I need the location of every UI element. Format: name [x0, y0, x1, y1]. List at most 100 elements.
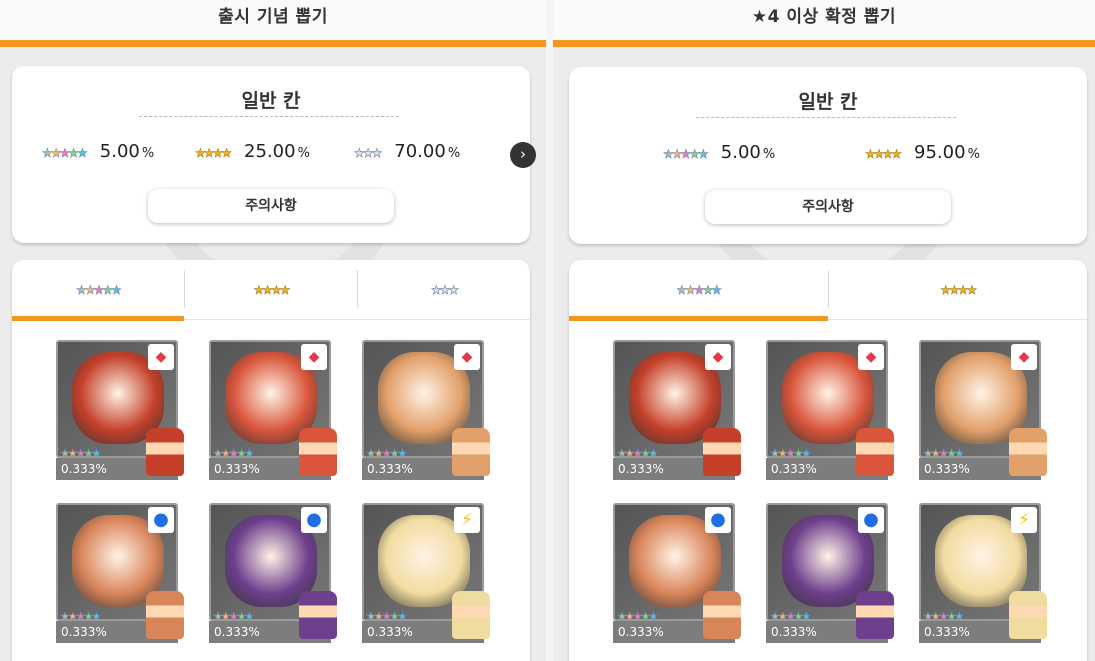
unit-card[interactable]: ⚡ ★★★★★ 0.333%	[362, 503, 490, 643]
unit-card[interactable]: ● ★★★★★ 0.333%	[766, 503, 894, 643]
unit-stars-icon: ★★★★★	[923, 603, 965, 619]
rate-4-star: ★★★★ 95.00%	[865, 139, 980, 167]
rates-card-title: 일반 칸	[798, 91, 858, 113]
unit-card[interactable]: ◆ ★★★★★ 0.333%	[209, 340, 337, 480]
tab-4-star[interactable]: ★★★★	[827, 270, 1088, 308]
unit-list-card: ★★★★★ ★★★★ ◆ ★★★★★ 0.333% ◆ ★★★★★ 0.333% ◆ ★★★★…	[569, 260, 1087, 661]
unit-card[interactable]: ◆ ★★★★★ 0.333%	[919, 340, 1047, 480]
silver-stars-icon: ★★★	[354, 146, 383, 161]
rate-unit: %	[141, 146, 155, 161]
rate-row: ★★★★★ 5.00% ★★★★ 95.00%	[569, 139, 1087, 167]
unit-card[interactable]: ● ★★★★★ 0.333%	[56, 503, 184, 643]
pixel-sprite-icon	[703, 428, 741, 476]
title-accent-line	[0, 40, 546, 47]
notice-button[interactable]: 주의사항	[148, 189, 394, 223]
tab-5-star[interactable]: ★★★★★	[569, 260, 828, 321]
title-divider	[696, 117, 956, 118]
rates-card: 일반 칸 ★★★★★ 5.00% ★★★★ 95.00% 주의사항	[569, 67, 1087, 244]
thunder-icon: ⚡	[1011, 507, 1037, 533]
title-accent-line	[553, 40, 1095, 47]
thunder-icon: ⚡	[454, 507, 480, 533]
pixel-sprite-icon	[452, 428, 490, 476]
rate-4-star: ★★★★ 25.00%	[195, 138, 310, 166]
water-icon: ●	[705, 507, 731, 533]
gold-stars-icon: ★★★★	[253, 283, 291, 298]
panel-divider	[546, 0, 553, 661]
rate-unit: %	[967, 147, 980, 162]
pixel-sprite-icon	[856, 591, 894, 639]
pixel-sprite-icon	[703, 591, 741, 639]
unit-stars-icon: ★★★★★	[770, 603, 812, 619]
silver-stars-icon: ★★★	[430, 283, 460, 298]
right-gacha-panel: ★4 이상 확정 뽑기 일반 칸 ★★★★★ 5.00% ★★★★ 95.00%…	[553, 0, 1095, 661]
unit-stars-icon: ★★★★★	[617, 603, 659, 619]
rainbow-stars-icon: ★★★★★	[663, 140, 709, 168]
gold-stars-icon: ★★★★	[940, 283, 978, 298]
unit-stars-icon: ★★★★★	[60, 440, 102, 456]
rainbow-stars-icon: ★★★★★	[42, 139, 88, 167]
rate-unit: %	[762, 147, 776, 162]
left-gacha-panel: 출시 기념 뽑기 일반 칸 ★★★★★ 5.00% ★★★★ 25.00% ★★…	[0, 0, 546, 661]
rate-value: 95.00	[914, 142, 966, 163]
rate-5-star: ★★★★★ 5.00%	[42, 138, 154, 166]
fire-icon: ◆	[301, 344, 327, 370]
fire-icon: ◆	[858, 344, 884, 370]
unit-stars-icon: ★★★★★	[617, 440, 659, 456]
unit-card[interactable]: ⚡ ★★★★★ 0.333%	[919, 503, 1047, 643]
rate-value: 25.00	[244, 141, 296, 162]
water-icon: ●	[148, 507, 174, 533]
pixel-sprite-icon	[856, 428, 894, 476]
tab-4-star[interactable]: ★★★★	[184, 270, 357, 308]
tab-5-star[interactable]: ★★★★★	[12, 260, 184, 321]
unit-stars-icon: ★★★★★	[366, 603, 408, 619]
pixel-sprite-icon	[452, 591, 490, 639]
rate-5-star: ★★★★★ 5.00%	[663, 139, 775, 167]
rates-card-title: 일반 칸	[241, 90, 301, 112]
rate-value: 5.00	[99, 141, 140, 162]
title-divider	[139, 116, 399, 117]
tab-3-star[interactable]: ★★★	[357, 270, 530, 308]
unit-stars-icon: ★★★★★	[60, 603, 102, 619]
fire-icon: ◆	[705, 344, 731, 370]
notice-button[interactable]: 주의사항	[705, 190, 951, 224]
pixel-sprite-icon	[299, 591, 337, 639]
rarity-tabs: ★★★★★ ★★★★ ★★★	[12, 260, 530, 321]
pixel-sprite-icon	[146, 428, 184, 476]
rate-unit: %	[297, 146, 310, 161]
unit-stars-icon: ★★★★★	[770, 440, 812, 456]
unit-stars-icon: ★★★★★	[923, 440, 965, 456]
unit-card[interactable]: ◆ ★★★★★ 0.333%	[766, 340, 894, 480]
fire-icon: ◆	[1011, 344, 1037, 370]
unit-card[interactable]: ● ★★★★★ 0.333%	[209, 503, 337, 643]
rate-unit: %	[447, 146, 461, 161]
rate-3-star: ★★★ 70.00%	[354, 138, 460, 166]
unit-stars-icon: ★★★★★	[213, 603, 255, 619]
next-arrow-icon[interactable]: ›	[510, 142, 536, 168]
gacha-title: 출시 기념 뽑기	[218, 7, 328, 27]
rainbow-stars-icon: ★★★★★	[676, 283, 722, 298]
unit-card[interactable]: ◆ ★★★★★ 0.333%	[613, 340, 741, 480]
pixel-sprite-icon	[146, 591, 184, 639]
fire-icon: ◆	[148, 344, 174, 370]
unit-card[interactable]: ● ★★★★★ 0.333%	[613, 503, 741, 643]
unit-stars-icon: ★★★★★	[366, 440, 408, 456]
unit-card[interactable]: ◆ ★★★★★ 0.333%	[362, 340, 490, 480]
unit-card[interactable]: ◆ ★★★★★ 0.333%	[56, 340, 184, 480]
gold-stars-icon: ★★★★	[195, 146, 233, 161]
rarity-tabs: ★★★★★ ★★★★	[569, 260, 1088, 321]
water-icon: ●	[858, 507, 884, 533]
rainbow-stars-icon: ★★★★★	[76, 283, 122, 298]
fire-icon: ◆	[454, 344, 480, 370]
unit-list-card: ★★★★★ ★★★★ ★★★ ◆ ★★★★★ 0.333% ◆ ★★★★★ 0.333% ◆…	[12, 260, 530, 661]
gold-stars-icon: ★★★★	[865, 147, 903, 162]
rate-value: 5.00	[720, 142, 761, 163]
unit-stars-icon: ★★★★★	[213, 440, 255, 456]
rate-value: 70.00	[394, 141, 446, 162]
pixel-sprite-icon	[1009, 428, 1047, 476]
gacha-title-bar: 출시 기념 뽑기	[0, 0, 546, 40]
pixel-sprite-icon	[1009, 591, 1047, 639]
rate-row: ★★★★★ 5.00% ★★★★ 25.00% ★★★ 70.00%	[12, 138, 530, 166]
water-icon: ●	[301, 507, 327, 533]
gacha-title-bar: ★4 이상 확정 뽑기	[553, 0, 1095, 40]
gacha-title: ★4 이상 확정 뽑기	[751, 7, 897, 27]
